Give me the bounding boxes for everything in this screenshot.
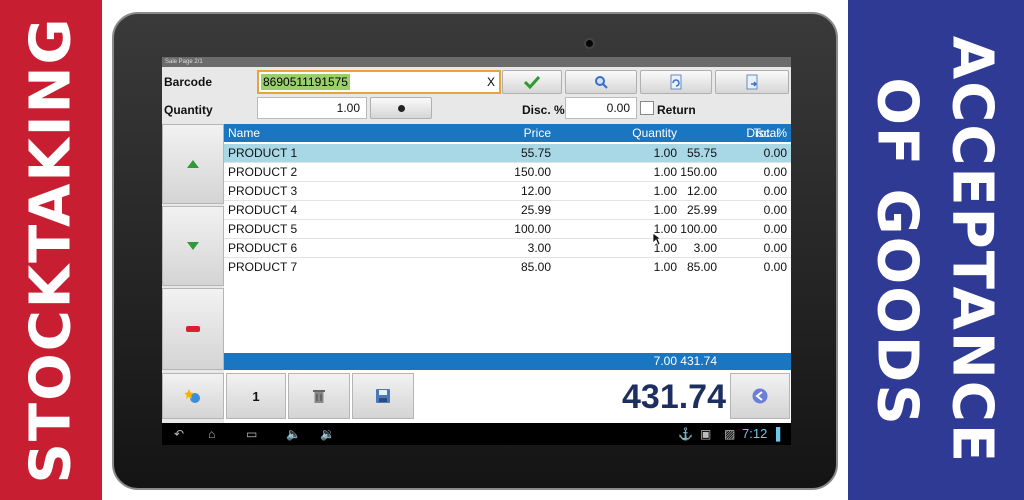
col-quantity: Quantity	[632, 126, 677, 140]
table-row[interactable]: PRODUCT 1 55.75 1.00 55.75 0.00	[224, 144, 791, 163]
footer-total: 431.74	[680, 354, 717, 368]
cell-disc: 0.00	[763, 222, 787, 236]
android-navbar: ↶ ⌂ ▭ 🔈 🔉 ⚓ ▣ ▨ 7:12 ▌	[162, 423, 791, 445]
refresh-document-icon	[670, 74, 682, 90]
stocktaking-text: STOCKTAKING	[18, 16, 84, 484]
volume-down-icon[interactable]: 🔈	[286, 427, 301, 441]
record-icon	[397, 104, 405, 112]
add-document-button[interactable]	[715, 70, 789, 94]
cell-name: PRODUCT 3	[228, 184, 298, 198]
cell-disc: 0.00	[763, 146, 787, 160]
quantity-keypad-button[interactable]	[370, 97, 432, 119]
nav-back-icon[interactable]: ↶	[174, 427, 184, 441]
cell-disc: 0.00	[763, 260, 787, 274]
cell-name: PRODUCT 5	[228, 222, 298, 236]
customer-button[interactable]	[162, 373, 224, 419]
cell-name: PRODUCT 7	[228, 260, 298, 274]
return-label: Return	[657, 103, 696, 117]
table-row[interactable]: PRODUCT 3 12.00 1.00 12.00 0.00	[224, 182, 791, 201]
refresh-document-button[interactable]	[640, 70, 712, 94]
barcode-label: Barcode	[164, 75, 213, 89]
barcode-input[interactable]: 8690511191575 X	[257, 70, 501, 94]
cell-price: 55.75	[520, 146, 551, 160]
cell-price: 150.00	[514, 165, 551, 179]
cell-disc: 0.00	[763, 184, 787, 198]
nav-home-icon[interactable]: ⌂	[208, 427, 215, 441]
barcode-value: 8690511191575	[261, 74, 350, 90]
save-button[interactable]	[352, 373, 414, 419]
delete-button[interactable]	[288, 373, 350, 419]
quantity-label: Quantity	[164, 103, 213, 117]
quantity-input[interactable]: 1.00	[257, 97, 367, 119]
cell-price: 100.00	[514, 222, 551, 236]
cell-total: 25.99	[686, 203, 717, 217]
cell-total: 12.00	[686, 184, 717, 198]
table-header: Name Price Quantity Total Disc. %	[224, 124, 791, 142]
back-button[interactable]	[730, 373, 790, 419]
cell-price: 3.00	[527, 241, 551, 255]
search-icon	[595, 76, 608, 89]
battery-icon: ▌	[776, 427, 785, 441]
window-title: Sale Page 2/1	[162, 57, 791, 67]
table-row[interactable]: PRODUCT 4 25.99 1.00 25.99 0.00	[224, 201, 791, 220]
cell-total: 3.00	[693, 241, 717, 255]
table-row[interactable]: PRODUCT 7 85.00 1.00 85.00 0.00	[224, 258, 791, 277]
table-row[interactable]: PRODUCT 2 150.00 1.00 150.00 0.00	[224, 163, 791, 182]
page-number-button[interactable]: 1	[226, 373, 286, 419]
nav-recent-apps-icon[interactable]: ▭	[246, 427, 257, 441]
cell-name: PRODUCT 1	[228, 146, 298, 160]
cell-total: 55.75	[686, 146, 717, 160]
back-arrow-icon	[752, 388, 768, 404]
cell-total: 100.00	[680, 222, 717, 236]
customer-icon	[185, 389, 200, 403]
acceptance-text: ACCEPTANCE	[939, 35, 1005, 465]
status-clock: 7:12	[742, 426, 768, 441]
discount-input[interactable]: 0.00	[565, 97, 637, 119]
remove-item-button[interactable]	[162, 288, 224, 370]
scroll-up-button[interactable]	[162, 124, 224, 204]
trash-icon	[313, 390, 325, 403]
cell-name: PRODUCT 2	[228, 165, 298, 179]
cell-total: 150.00	[680, 165, 717, 179]
cell-disc: 0.00	[763, 241, 787, 255]
add-document-icon	[746, 74, 758, 90]
search-button[interactable]	[565, 70, 637, 94]
mouse-cursor-icon	[652, 232, 662, 246]
cell-total: 85.00	[686, 260, 717, 274]
camera-icon	[584, 38, 595, 49]
cell-price: 12.00	[520, 184, 551, 198]
col-price: Price	[523, 126, 551, 140]
return-checkbox[interactable]	[640, 101, 654, 115]
minus-icon	[186, 326, 200, 332]
android-debug-icon: ▨	[724, 427, 736, 441]
table-row[interactable]: PRODUCT 5 100.00 1.00 100.00 0.00	[224, 220, 791, 239]
scroll-down-button[interactable]	[162, 206, 224, 286]
col-name: Name	[228, 126, 261, 140]
app-screen: Sale Page 2/1 Barcode 8690511191575 X Qu…	[162, 57, 791, 445]
cell-disc: 0.00	[763, 203, 787, 217]
cell-price: 25.99	[520, 203, 551, 217]
volume-up-icon[interactable]: 🔉	[320, 427, 335, 441]
cell-price: 85.00	[520, 260, 551, 274]
clear-barcode-button[interactable]: X	[487, 74, 495, 90]
table-row[interactable]: PRODUCT 6 3.00 1.00 3.00 0.00	[224, 239, 791, 258]
confirm-button[interactable]	[502, 70, 562, 94]
cell-name: PRODUCT 6	[228, 241, 298, 255]
notification-icon: ▣	[700, 427, 712, 441]
arrow-up-icon	[187, 160, 199, 168]
cell-name: PRODUCT 4	[228, 203, 298, 217]
arrow-down-icon	[187, 242, 199, 250]
grand-total: 431.74	[622, 378, 726, 416]
check-icon	[524, 75, 540, 89]
of-goods-text: OF GOODS	[864, 77, 930, 427]
table-footer: 7.00 431.74	[224, 353, 791, 370]
cell-disc: 0.00	[763, 165, 787, 179]
floppy-disk-icon	[376, 389, 390, 403]
disc-label: Disc. %	[522, 103, 565, 117]
usb-icon: ⚓	[678, 427, 693, 441]
col-discount: Disc. %	[746, 126, 787, 140]
